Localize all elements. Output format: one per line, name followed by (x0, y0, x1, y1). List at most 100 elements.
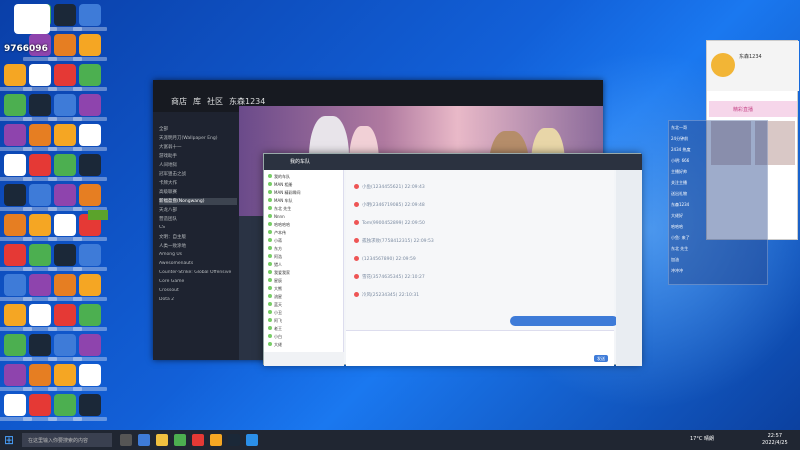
steam-library-item[interactable]: Among Us (159, 252, 237, 259)
steam-library-item[interactable]: CS (159, 225, 237, 232)
desktop-icon[interactable] (23, 124, 57, 151)
steam-library-item[interactable]: 新福盈盘(Nongwang) (159, 198, 237, 205)
desktop-icon[interactable] (0, 124, 32, 151)
file-explorer-icon[interactable] (156, 434, 168, 446)
desktop-icon[interactable] (48, 394, 82, 421)
steam-library-item[interactable]: 大富翁十一 (159, 144, 237, 151)
chat-member-item[interactable]: 卢本伟 (268, 230, 342, 237)
desktop-icon[interactable] (48, 124, 82, 151)
desktop-icon[interactable] (23, 334, 57, 361)
sender-avatar-icon[interactable] (354, 202, 359, 207)
desktop-icon[interactable] (73, 124, 107, 151)
chat-member-item[interactable]: 我爱我家 (268, 270, 342, 277)
steam-nav-community[interactable]: 社区 (207, 96, 223, 107)
desktop-icon[interactable] (73, 334, 107, 361)
desktop-icon[interactable] (23, 364, 57, 391)
chat-member-item[interactable]: 小蒋 (268, 238, 342, 245)
desktop-icon[interactable] (0, 244, 32, 271)
chat-member-item[interactable]: 老王 (268, 326, 342, 333)
desktop-icon[interactable] (73, 64, 107, 91)
desktop-icon[interactable] (0, 94, 32, 121)
desktop-icon[interactable] (0, 304, 32, 331)
desktop-icon[interactable] (0, 394, 32, 421)
chat-member-item[interactable]: 猎人 (268, 262, 342, 269)
chat-member-item[interactable]: Nnnn (268, 214, 342, 221)
steam-nav-library[interactable]: 库 (193, 96, 201, 107)
desktop-icon[interactable] (0, 334, 32, 361)
steam-library-item[interactable]: Counter-Strike: Global Offensive (159, 270, 237, 277)
desktop-icon[interactable] (73, 304, 107, 331)
desktop-icon[interactable] (23, 214, 57, 241)
sender-avatar-icon[interactable] (354, 238, 359, 243)
sender-avatar-icon[interactable] (354, 274, 359, 279)
desktop-icon[interactable] (73, 394, 107, 421)
steam-library-item[interactable]: 全部 (159, 126, 237, 133)
steam-library-item[interactable]: 文明：自主版 (159, 234, 237, 241)
desktop-icon[interactable] (23, 394, 57, 421)
app-icon-2[interactable] (192, 434, 204, 446)
steam-library-item[interactable]: 卡牌大作 (159, 180, 237, 187)
desktop-icon[interactable] (23, 274, 57, 301)
taskbar-search-box[interactable]: 在这里输入你要搜索的内容 (22, 433, 112, 447)
app-icon-1[interactable] (174, 434, 186, 446)
chat-member-item[interactable]: 大熊 (268, 286, 342, 293)
steam-taskbar-icon[interactable] (228, 434, 240, 446)
desktop-icon[interactable] (73, 34, 107, 61)
desktop-icon[interactable] (23, 184, 57, 211)
sender-avatar-icon[interactable] (354, 292, 359, 297)
desktop-icon[interactable] (0, 214, 32, 241)
steam-library-item[interactable]: Core Game (159, 279, 237, 286)
steam-library-item[interactable]: 游戏助手 (159, 153, 237, 160)
steam-play-button[interactable] (88, 210, 108, 220)
chat-member-item[interactable]: 哈哈哈哈 (268, 222, 342, 229)
chat-window[interactable]: 我的车队 我的车队 MAN 相册 MAN 精彩瞬间 MAN 车队 东北 先生 Nnnn 哈哈… (263, 153, 642, 366)
chat-member-item[interactable]: 小丑 (268, 310, 342, 317)
desktop-icon[interactable] (73, 154, 107, 181)
chat-member-item[interactable]: 东北 先生 (268, 206, 342, 213)
steam-library-item[interactable]: 天龙八部 (159, 207, 237, 214)
desktop-icon[interactable] (48, 274, 82, 301)
chat-member-item[interactable]: 星辰 (268, 278, 342, 285)
chat-member-item[interactable]: MAN 车队 (268, 198, 342, 205)
chat-member-item[interactable]: MAN 精彩瞬间 (268, 190, 342, 197)
steam-library-item[interactable]: Awesomenauts (159, 261, 237, 268)
desktop-icon[interactable] (23, 244, 57, 271)
desktop-icon[interactable] (73, 244, 107, 271)
qq-promo-bar[interactable]: 精彩直播 (709, 101, 797, 117)
desktop-icon[interactable] (73, 364, 107, 391)
desktop-icon[interactable] (73, 274, 107, 301)
desktop-icon[interactable] (48, 364, 82, 391)
desktop-icon[interactable] (48, 334, 82, 361)
weather-tray[interactable]: 17°C 晴朗 (690, 435, 714, 442)
steam-library-item[interactable]: 高级联赛 (159, 189, 237, 196)
taskbar-clock[interactable]: 22:57 2022/4/25 (762, 433, 788, 447)
desktop-icon[interactable] (48, 304, 82, 331)
chat-member-item[interactable]: 阿飞 (268, 318, 342, 325)
steam-library-item[interactable]: Dota 2 (159, 297, 237, 304)
steam-nav-store[interactable]: 商店 (171, 96, 187, 107)
steam-library-item[interactable]: 冠军狙击之战 (159, 171, 237, 178)
sender-avatar-icon[interactable] (354, 220, 359, 225)
chat-input-area[interactable]: 发送 (346, 330, 614, 366)
chat-member-item[interactable]: 蓝天 (268, 302, 342, 309)
chat-send-button[interactable]: 发送 (594, 355, 608, 362)
desktop-icon[interactable] (73, 4, 107, 31)
chat-member-item[interactable]: 流星 (268, 294, 342, 301)
steam-title-bar[interactable] (153, 80, 603, 92)
steam-library-item[interactable]: 营造团队 (159, 216, 237, 223)
desktop-icon[interactable] (48, 184, 82, 211)
chat-member-item[interactable]: 小白 (268, 334, 342, 341)
qq-avatar[interactable] (711, 53, 735, 77)
app-icon-3[interactable] (210, 434, 222, 446)
desktop-icon[interactable] (0, 154, 32, 181)
steam-library-item[interactable]: Crossout (159, 288, 237, 295)
desktop-icon[interactable] (48, 244, 82, 271)
desktop-icon[interactable] (48, 214, 82, 241)
desktop-icon[interactable] (48, 64, 82, 91)
windows-start-icon[interactable]: ⊞ (2, 433, 16, 447)
desktop-icon[interactable] (23, 304, 57, 331)
chat-member-item[interactable]: 大佬 (268, 342, 342, 349)
chat-member-item[interactable]: 阿浩 (268, 254, 342, 261)
desktop-icon[interactable] (73, 94, 107, 121)
desktop-icon[interactable] (48, 154, 82, 181)
